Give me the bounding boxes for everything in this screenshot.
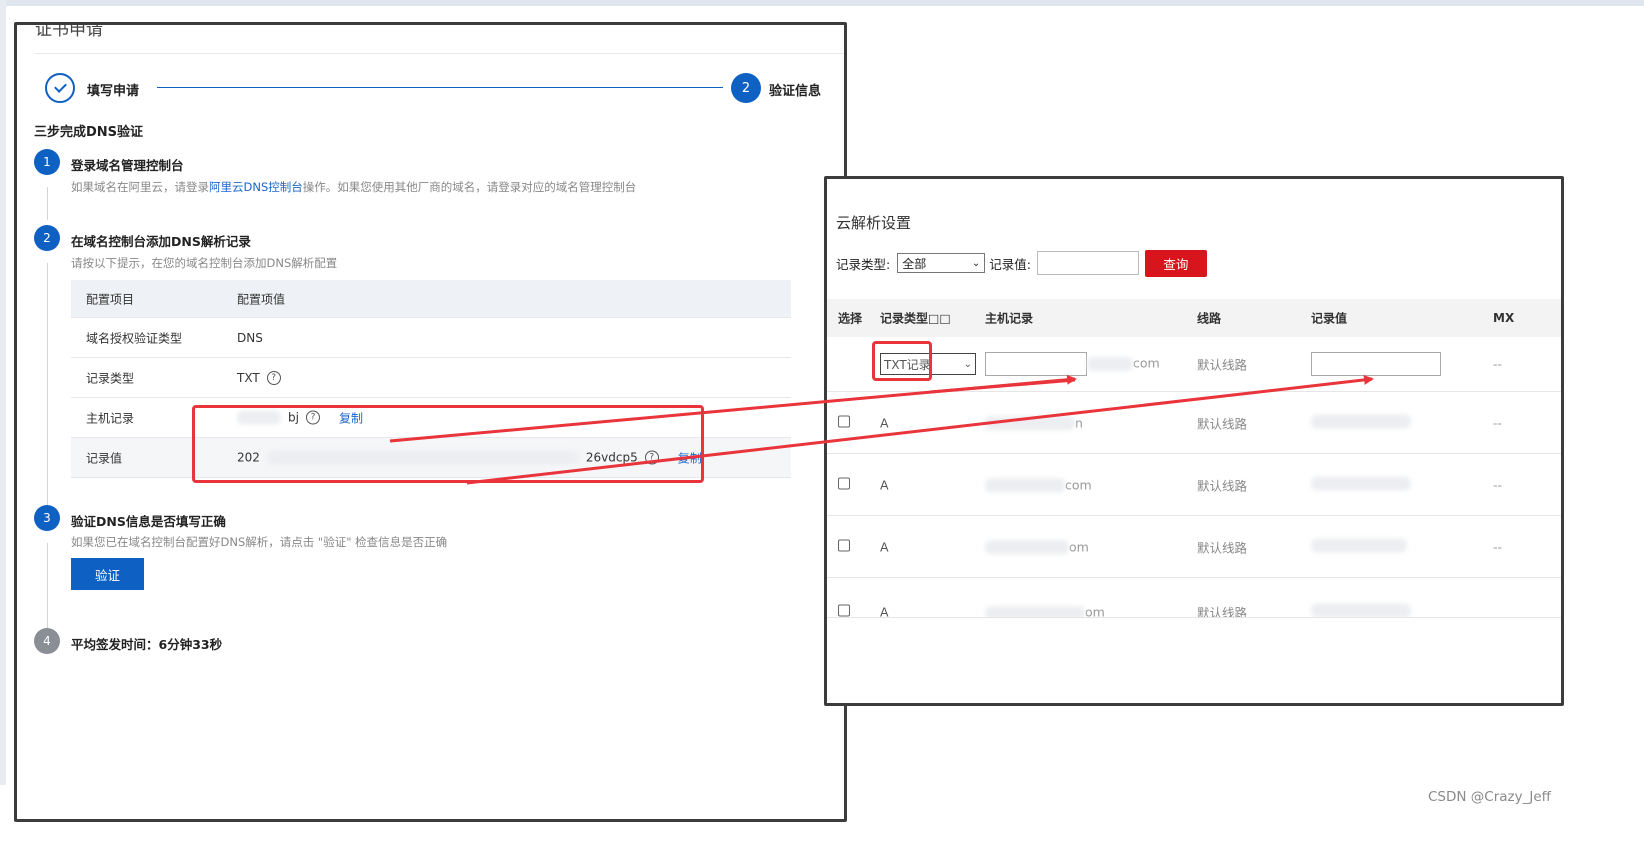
- filter-bar: 记录类型: 全部 ⌄ 记录值: 查询: [836, 249, 1207, 277]
- redacted-value: [1311, 538, 1407, 552]
- progress-steps: 填写申请 2 验证信息: [45, 73, 835, 109]
- redacted-value: [985, 540, 1069, 555]
- left-edge: [0, 0, 6, 785]
- step3-number: 3: [34, 505, 60, 531]
- top-bar: [0, 0, 1644, 6]
- chevron-down-icon: ⌄: [963, 358, 972, 370]
- step2-number: 2: [34, 225, 60, 251]
- redacted-value: [1311, 414, 1411, 428]
- step-line-1: [47, 187, 48, 220]
- row-checkbox[interactable]: [838, 539, 850, 551]
- step1-number: 1: [34, 149, 60, 175]
- verify-button[interactable]: 验证: [71, 558, 144, 590]
- redacted-value: [1311, 476, 1411, 490]
- step-line-2: [47, 263, 48, 509]
- redacted-value: [1087, 357, 1133, 371]
- edit-row: TXT记录 ⌄ com 默认线路 --: [827, 337, 1561, 392]
- annotation-highlight-box: [872, 341, 932, 381]
- record-type-select[interactable]: 全部 ⌄: [897, 253, 986, 273]
- help-icon[interactable]: ?: [266, 370, 281, 385]
- step-1-label: 填写申请: [87, 84, 140, 99]
- step4-number: 4: [34, 628, 60, 654]
- table-row: A om 默认线路: [827, 578, 1561, 618]
- title-divider: [35, 53, 844, 54]
- chevron-down-icon: ⌄: [971, 257, 981, 269]
- redacted-value: [985, 416, 1075, 431]
- table-row: A n 默认线路 --: [827, 392, 1561, 454]
- watermark: CSDN @Crazy_Jeff: [1428, 789, 1551, 805]
- table-row: A com 默认线路 --: [827, 454, 1561, 516]
- step-2-label: 验证信息: [769, 84, 822, 99]
- step-1-check-icon: [45, 73, 75, 103]
- table-row: 记录类型 TXT?: [71, 358, 791, 398]
- annotation-highlight-box: [192, 405, 704, 483]
- step-connector: [157, 87, 723, 88]
- redacted-value: [985, 478, 1065, 493]
- step2-title: 在域名控制台添加DNS解析记录: [71, 234, 251, 249]
- step-2-number: 2: [731, 73, 761, 103]
- table-row: A om 默认线路 --: [827, 516, 1561, 578]
- step1-desc: 如果域名在阿里云，请登录阿里云DNS控制台操作。如果您使用其他厂商的域名，请登录…: [71, 180, 637, 194]
- redacted-value: [1311, 603, 1411, 617]
- step4-title: 平均签发时间：6分钟33秒: [71, 637, 223, 652]
- record-value-input[interactable]: [1036, 251, 1139, 275]
- panel-title: 云解析设置: [836, 214, 912, 232]
- redacted-value: [985, 605, 1085, 617]
- panel-title: 证书申请: [35, 22, 103, 40]
- record-value-field[interactable]: [1311, 352, 1441, 376]
- step-line-3: [47, 543, 48, 635]
- dns-records-table: 选择 记录类型□□ 主机记录 线路 记录值 MX TXT记录 ⌄ com 默认线路…: [827, 299, 1561, 618]
- row-checkbox[interactable]: [838, 477, 850, 489]
- host-record-input[interactable]: [985, 352, 1087, 376]
- section-title: 三步完成DNS验证: [34, 125, 144, 140]
- cloud-dns-settings-panel: 云解析设置 记录类型: 全部 ⌄ 记录值: 查询 选择 记录类型□□ 主机记录 线…: [824, 176, 1564, 706]
- table-header: 配置项目 配置项值: [71, 280, 791, 318]
- step3-desc: 如果您已在域名控制台配置好DNS解析，请点击 "验证" 检查信息是否正确: [71, 535, 448, 549]
- table-header: 选择 记录类型□□ 主机记录 线路 记录值 MX: [827, 299, 1561, 337]
- row-checkbox[interactable]: [838, 604, 850, 617]
- step2-desc: 请按以下提示，在您的域名控制台添加DNS解析配置: [71, 256, 338, 270]
- step3-title: 验证DNS信息是否填写正确: [71, 514, 226, 529]
- dns-console-link[interactable]: 阿里云DNS控制台: [209, 180, 303, 194]
- query-button[interactable]: 查询: [1144, 249, 1207, 277]
- step1-title: 登录域名管理控制台: [71, 158, 184, 173]
- row-checkbox[interactable]: [838, 415, 850, 427]
- table-row: 域名授权验证类型 DNS: [71, 318, 791, 358]
